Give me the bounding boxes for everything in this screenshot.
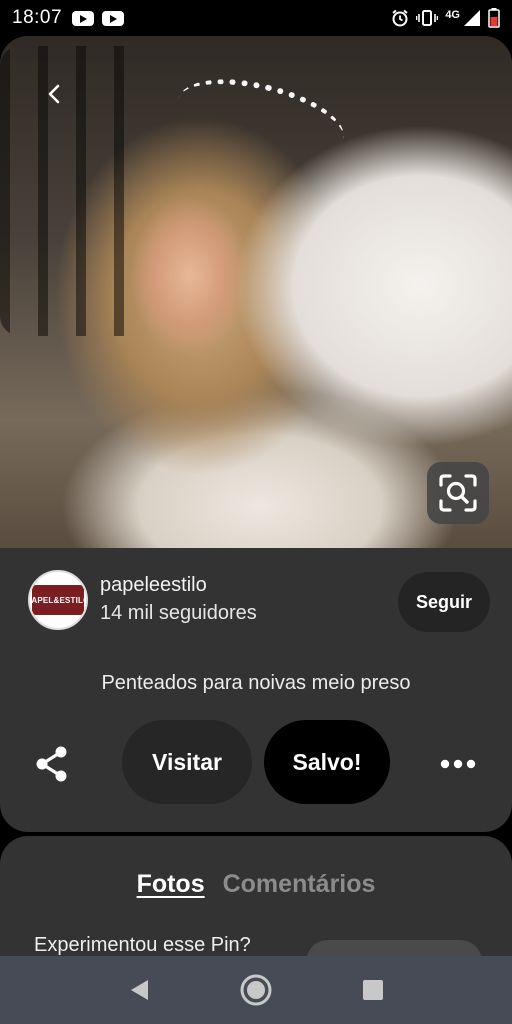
network-label: 4G	[445, 9, 460, 21]
nav-recents-button[interactable]	[349, 966, 397, 1014]
alarm-icon	[392, 9, 408, 27]
status-icons: 4G	[391, 8, 500, 28]
status-time: 18:07	[12, 7, 63, 28]
youtube-icon	[102, 10, 125, 26]
share-button[interactable]	[28, 740, 76, 788]
chevron-left-icon	[48, 84, 60, 104]
recents-icon	[363, 980, 384, 1000]
back-icon	[130, 980, 148, 1000]
pin-details-panel: PAPEL&ESTILO papeleestilo 14 mil seguido…	[0, 548, 512, 832]
avatar[interactable]: PAPEL&ESTILO	[28, 570, 88, 630]
account-name[interactable]: papeleestilo	[100, 574, 207, 597]
visual-search-button[interactable]	[427, 462, 489, 524]
section-tabs: Fotos Comentários	[0, 870, 512, 899]
follow-button[interactable]: Seguir	[398, 572, 490, 632]
vibrate-icon	[416, 10, 439, 26]
home-icon	[240, 974, 272, 1006]
nav-home-button[interactable]	[232, 966, 280, 1014]
signal-icon	[464, 10, 480, 26]
tried-pin-prompt: Experimentou esse Pin?	[34, 934, 251, 956]
battery-icon	[488, 8, 500, 28]
visual-search-icon	[439, 474, 477, 512]
system-nav-bar	[0, 956, 512, 1024]
nav-back-button[interactable]	[115, 966, 163, 1014]
back-button[interactable]	[32, 72, 76, 116]
avatar-logo-text: PAPEL&ESTILO	[28, 595, 88, 605]
tab-photos[interactable]: Fotos	[137, 870, 205, 899]
youtube-icon	[72, 10, 95, 26]
share-icon	[36, 746, 67, 782]
pin-image[interactable]	[0, 36, 512, 548]
avatar-logo: PAPEL&ESTILO	[30, 585, 86, 615]
visit-button[interactable]: Visitar	[122, 720, 252, 804]
tab-comments[interactable]: Comentários	[223, 870, 376, 899]
more-icon	[440, 759, 476, 769]
pin-title: Penteados para noivas meio preso	[101, 672, 411, 694]
more-options-button[interactable]	[432, 744, 484, 784]
follower-count: 14 mil seguidores	[100, 602, 257, 624]
saved-button[interactable]: Salvo!	[264, 720, 390, 804]
status-bar: 18:07 4G	[0, 0, 512, 36]
